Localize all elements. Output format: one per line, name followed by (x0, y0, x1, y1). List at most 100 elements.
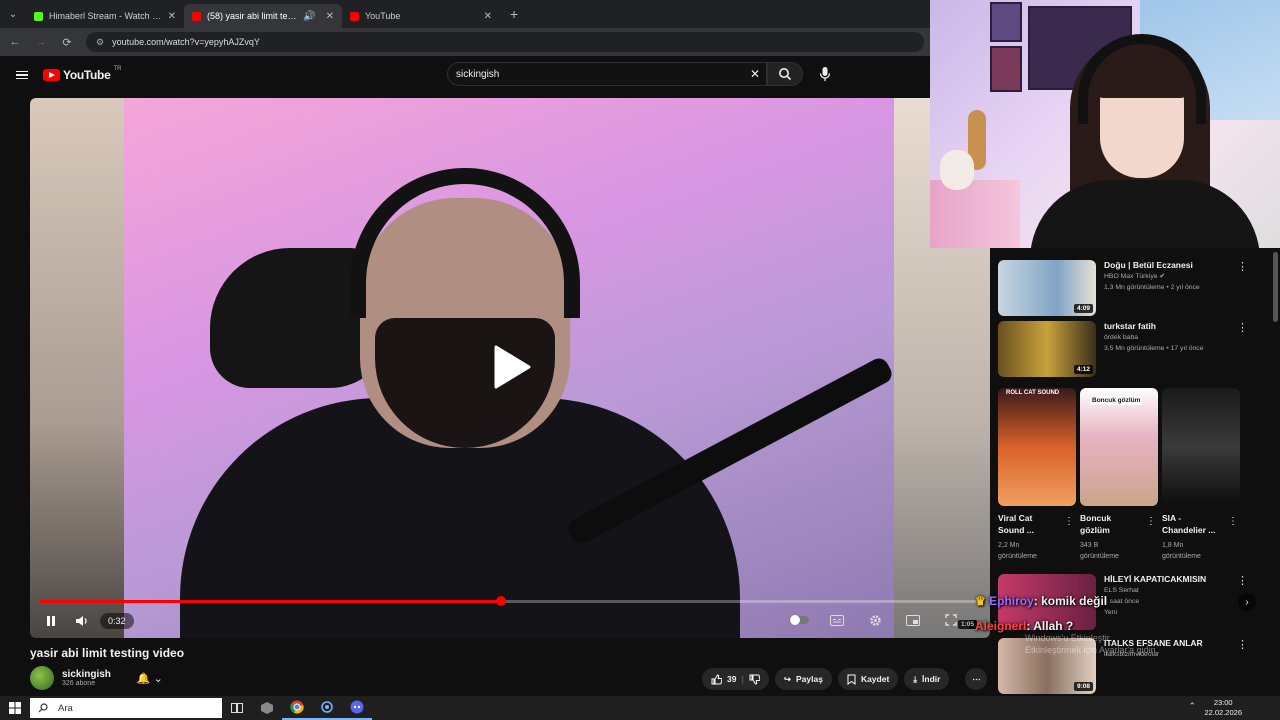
back-icon[interactable]: ← (8, 36, 22, 48)
taskbar-search[interactable]: Ara (30, 698, 222, 718)
url-field[interactable]: ⚙ youtube.com/watch?v=yepyhAJZvqY (86, 32, 924, 52)
settings-button[interactable] (864, 610, 886, 630)
pause-button[interactable] (40, 611, 62, 631)
autoplay-toggle[interactable] (788, 610, 810, 630)
download-button[interactable]: ⤓ İndir (904, 668, 950, 690)
video-player[interactable]: 0:32 / 1:05 (30, 98, 990, 638)
miniplayer-button[interactable] (902, 610, 924, 630)
search-value: sickingish (456, 68, 500, 80)
tab-youtube[interactable]: YouTube ✕ (342, 4, 500, 28)
video-stats: 8 saat önce (1104, 598, 1140, 605)
close-tab-icon[interactable]: ✕ (168, 11, 176, 22)
speaker-icon[interactable]: 🔊 (303, 11, 315, 22)
progress-fill (40, 600, 501, 603)
video-title[interactable]: HİLEYİ KAPATICAKMISIN (1104, 574, 1248, 585)
thumbs-down-icon[interactable] (749, 674, 760, 685)
short-item[interactable]: ROLL CAT SOUND Viral Cat Sound ... 2,2 Mn… (998, 388, 1076, 562)
share-button[interactable]: ↪ Paylaş (774, 668, 832, 690)
tray-chevron-up-icon[interactable]: ⌃ (1188, 701, 1196, 712)
more-options-icon[interactable]: ⋮ (1064, 516, 1074, 527)
progress-bar[interactable] (40, 596, 980, 606)
short-thumbnail[interactable]: ROLL CAT SOUND (998, 388, 1076, 506)
menu-icon[interactable] (16, 70, 28, 80)
shorts-shelf: ROLL CAT SOUND Viral Cat Sound ... 2,2 Mn… (998, 388, 1256, 611)
search-icon (38, 703, 48, 713)
tab-search-icon[interactable]: ⌄ (0, 0, 26, 28)
task-view-icon[interactable] (222, 696, 252, 720)
video-thumbnail[interactable]: 4:12 (998, 321, 1096, 377)
short-thumbnail[interactable]: Boncuk gözlüm (1080, 388, 1158, 506)
more-options-icon[interactable]: ⋮ (1237, 638, 1248, 651)
short-title: gözlüm (1080, 525, 1110, 535)
chrome-icon[interactable] (282, 696, 312, 720)
fullscreen-button[interactable] (940, 610, 962, 630)
wall-poster (990, 46, 1022, 92)
recommended-video[interactable]: 4:09 Doğu | Betül Eczanesi HBO Max Türki… (998, 260, 1248, 316)
new-tab-button[interactable]: + (500, 6, 528, 22)
teddy-bear-shape (940, 150, 974, 190)
channel-avatar[interactable] (30, 666, 54, 690)
video-actions: 39 | ↪ Paylaş Kaydet ⤓ İndir ⋯ (702, 668, 988, 690)
youtube-header: YouTube TR sickingish ✕ (0, 56, 930, 94)
channel-name[interactable]: ELS Serhat (1104, 585, 1248, 596)
close-tab-icon[interactable]: ✕ (484, 11, 492, 22)
reload-icon[interactable]: ⟳ (60, 36, 74, 49)
voice-search-button[interactable] (814, 64, 836, 84)
more-options-icon[interactable]: ⋮ (1228, 516, 1238, 527)
video-thumbnail[interactable]: 4:09 (998, 260, 1096, 316)
more-options-icon[interactable]: ⋮ (1237, 321, 1248, 334)
site-info-icon[interactable]: ⚙ (96, 37, 104, 48)
short-item[interactable]: SIA - Chandelier ... 1,8 Mn görüntüleme ⋮ (1162, 388, 1240, 562)
start-button[interactable] (0, 696, 30, 720)
windows-logo-icon (9, 702, 21, 714)
youtube-logo[interactable]: YouTube TR (43, 66, 121, 82)
channel-name[interactable]: sickingish (62, 669, 111, 680)
network-app-icon[interactable] (312, 696, 342, 720)
player-controls: 0:32 / 1:05 (40, 610, 980, 632)
watermark-line: Windows'u Etkinleştir (1025, 633, 1110, 643)
short-title: Sound ... (998, 525, 1034, 535)
clear-search-icon[interactable]: ✕ (750, 67, 760, 81)
volume-button[interactable] (70, 611, 92, 631)
search-input[interactable]: sickingish ✕ (447, 62, 767, 86)
subtitles-icon (830, 614, 844, 626)
channel-name[interactable]: HBO Max Türkiye (1104, 273, 1158, 280)
save-button[interactable]: Kaydet (837, 668, 899, 690)
video-title[interactable]: Doğu | Betül Eczanesi (1104, 260, 1248, 271)
recommended-video[interactable]: 4:12 turkstar fatih ördek baba 3,5 Mn gö… (998, 321, 1248, 377)
subtitles-button[interactable] (826, 610, 848, 630)
short-item[interactable]: Boncuk gözlüm Boncuk gözlüm 343 B görüntül… (1080, 388, 1158, 562)
more-options-icon[interactable]: ⋮ (1237, 260, 1248, 273)
app-icon[interactable] (252, 696, 282, 720)
download-icon: ⤓ (913, 673, 918, 684)
notification-bell-button[interactable]: 🔔 ⌄ (137, 672, 163, 685)
youtube-favicon-icon (350, 11, 359, 21)
play-overlay-icon[interactable] (492, 344, 532, 390)
more-options-icon[interactable]: ⋮ (1237, 574, 1248, 587)
short-views: 343 B (1080, 542, 1099, 549)
chat-message: ♛ Ephiroy: komik değil (975, 594, 1108, 608)
close-tab-icon[interactable]: ✕ (326, 11, 334, 22)
like-button[interactable]: 39 | (702, 668, 769, 690)
forward-icon[interactable]: → (34, 36, 48, 48)
taskbar-clock[interactable]: 23:00 22.02.2026 (1204, 698, 1242, 718)
video-title[interactable]: turkstar fatih (1104, 321, 1248, 332)
time-display: 0:32 / 1:05 (100, 613, 977, 629)
search-button[interactable] (767, 62, 803, 86)
progress-scrubber[interactable] (495, 596, 506, 606)
tab-youtube-video[interactable]: (58) yasir abi limit testing vi 🔊 ✕ (184, 4, 342, 28)
chat-username: Aleignerl (975, 619, 1027, 633)
discord-icon[interactable] (342, 696, 372, 720)
tab-title: Himaberl Stream - Watch Live o (49, 11, 162, 21)
tab-kick[interactable]: Himaberl Stream - Watch Live o ✕ (26, 4, 184, 28)
sidebar-scrollbar[interactable] (1273, 252, 1278, 322)
channel-name[interactable]: ördek baba (1104, 332, 1248, 343)
more-options-icon[interactable]: ⋮ (1146, 516, 1156, 527)
short-thumbnail[interactable] (1162, 388, 1240, 506)
right-controls (788, 610, 970, 630)
download-label: İndir (922, 674, 941, 684)
clock-date: 22.02.2026 (1204, 708, 1242, 717)
tab-title: YouTube (365, 11, 401, 21)
short-views: görüntüleme (1162, 553, 1201, 560)
more-actions-button[interactable]: ⋯ (965, 668, 988, 690)
